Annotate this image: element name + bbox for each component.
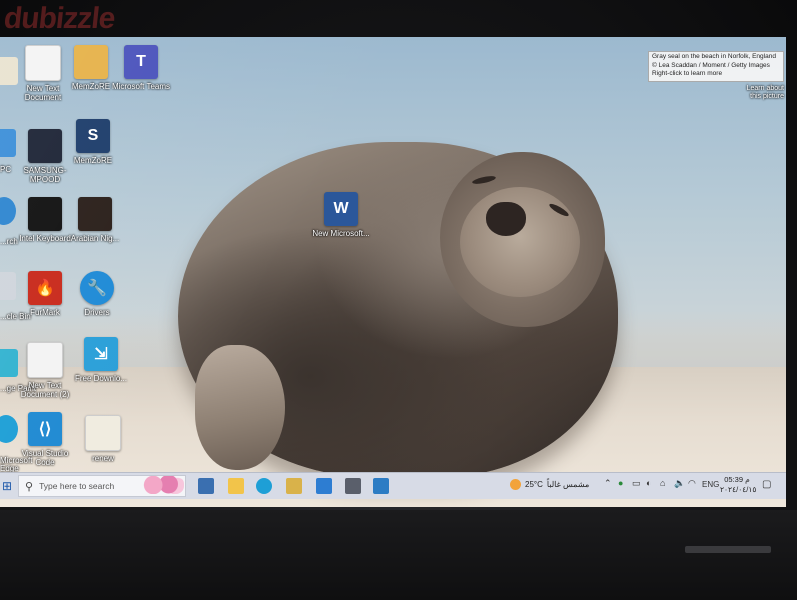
- network-icon[interactable]: ◐: [646, 478, 651, 488]
- video-thumbnail-icon: [28, 129, 62, 163]
- language-indicator[interactable]: ENG: [702, 480, 719, 489]
- icon-label: Free Downlo...: [74, 374, 128, 383]
- desktop-icon-teams[interactable]: T Microsoft Teams: [110, 45, 172, 91]
- keyboard-app-icon: [28, 197, 62, 231]
- desktop-icon-arabian[interactable]: Arabian Nig...: [64, 197, 126, 243]
- desktop-icon-free-download[interactable]: ⇲ Free Downlo...: [70, 337, 132, 383]
- icon-label: Drivers: [84, 308, 110, 317]
- text-document-icon: [27, 342, 63, 378]
- security-icon[interactable]: ●: [618, 478, 623, 488]
- tooltip-line: © Lea Scaddan / Moment / Getty Images: [652, 61, 770, 69]
- chevron-up-icon[interactable]: ⌃: [604, 478, 612, 489]
- weather-desc: مشمس غالباً: [546, 480, 590, 489]
- clock-date: ٢٠٢٤/٠٤/١٥: [720, 485, 757, 494]
- battery-icon[interactable]: ▭: [632, 478, 641, 489]
- network-status-icon[interactable]: ⌂: [660, 478, 665, 488]
- volume-icon[interactable]: 🔈: [674, 478, 685, 489]
- search-highlight-image: [140, 476, 184, 494]
- wrench-icon: 🔧: [80, 271, 114, 305]
- desktop-icon-vscode[interactable]: ⟨⟩ Visual Studio Code: [14, 412, 76, 467]
- sun-icon: [510, 479, 521, 490]
- icon-label: MemZoRE: [73, 156, 113, 165]
- video-thumbnail-icon: [78, 197, 112, 231]
- text-document-icon: [25, 45, 61, 81]
- memzore-app-icon: S: [76, 119, 110, 153]
- edge-label: PC: [0, 165, 12, 174]
- desktop-icon-text-doc-2[interactable]: New Text Document (2): [14, 342, 76, 399]
- task-view-icon[interactable]: [198, 478, 214, 494]
- settings-taskbar-icon[interactable]: [345, 478, 361, 494]
- wallpaper-seal-flipper: [195, 345, 285, 470]
- app-taskbar-icon[interactable]: [373, 478, 389, 494]
- clock-time: 05:39 م: [724, 475, 750, 484]
- desktop-icon-memzore-app[interactable]: S MemZoRE: [62, 119, 124, 165]
- desktop-icon-renew[interactable]: renew: [72, 415, 134, 463]
- wallpaper-seal-face: [460, 187, 580, 297]
- icon-label: Visual Studio Code: [21, 449, 69, 467]
- windows-start-icon[interactable]: ⊞: [0, 476, 14, 496]
- desktop-screen: PC ...rch ...cle Bin ...ge Paint Microso…: [0, 37, 786, 507]
- weather-widget[interactable]: 25°C مشمس غالباً: [510, 479, 589, 490]
- folder-icon: [74, 45, 108, 79]
- taskbar-clock[interactable]: 05:39 م ٢٠٢٤/٠٤/١٥: [720, 475, 757, 495]
- laptop-base: [0, 510, 797, 600]
- icon-label: New Text Document (2): [20, 381, 70, 399]
- wallpaper-info-tooltip: Gray seal on the beach in Norfolk, Engla…: [648, 51, 784, 82]
- teams-icon: T: [124, 45, 158, 79]
- weather-temp: 25°C: [525, 480, 543, 489]
- edge-taskbar-icon[interactable]: [256, 478, 272, 494]
- furmark-icon: 🔥: [28, 271, 62, 305]
- icon-label: Arabian Nig...: [70, 234, 120, 243]
- wallpaper-seal-nose: [486, 202, 526, 236]
- taskbar: ⊞ ⚲ Type here to search 25°C مشمس غالباً…: [0, 472, 786, 499]
- file-explorer-icon[interactable]: [228, 478, 244, 494]
- word-icon: W: [324, 192, 358, 226]
- icon-label: Microsoft Teams: [111, 82, 171, 91]
- icon-label: SAMSUNG-MPOOD: [23, 166, 67, 184]
- tooltip-line: Gray seal on the beach in Norfolk, Engla…: [652, 53, 776, 60]
- download-icon: ⇲: [84, 337, 118, 371]
- search-placeholder: Type here to search: [39, 481, 115, 491]
- mail-taskbar-icon[interactable]: [316, 478, 332, 494]
- desktop-icon-drivers[interactable]: 🔧 Drivers: [66, 271, 128, 317]
- search-icon: ⚲: [25, 480, 34, 493]
- icon-label: New Microsoft...: [312, 229, 370, 238]
- laptop-hinge: [685, 546, 771, 553]
- tooltip-line: Right-click to learn more: [652, 70, 723, 77]
- vscode-icon: ⟨⟩: [28, 412, 62, 446]
- wifi-icon[interactable]: ◠: [688, 478, 696, 489]
- learn-about-picture-link[interactable]: Learn about this picture: [738, 85, 784, 101]
- icon-label: renew: [92, 454, 114, 463]
- watermark-logo: dubizzle: [2, 2, 117, 35]
- notification-icon[interactable]: ▢: [762, 479, 771, 490]
- file-icon: [85, 415, 121, 451]
- desktop-icon-word-doc[interactable]: W New Microsoft...: [310, 192, 372, 238]
- folder-taskbar-icon[interactable]: [286, 478, 302, 494]
